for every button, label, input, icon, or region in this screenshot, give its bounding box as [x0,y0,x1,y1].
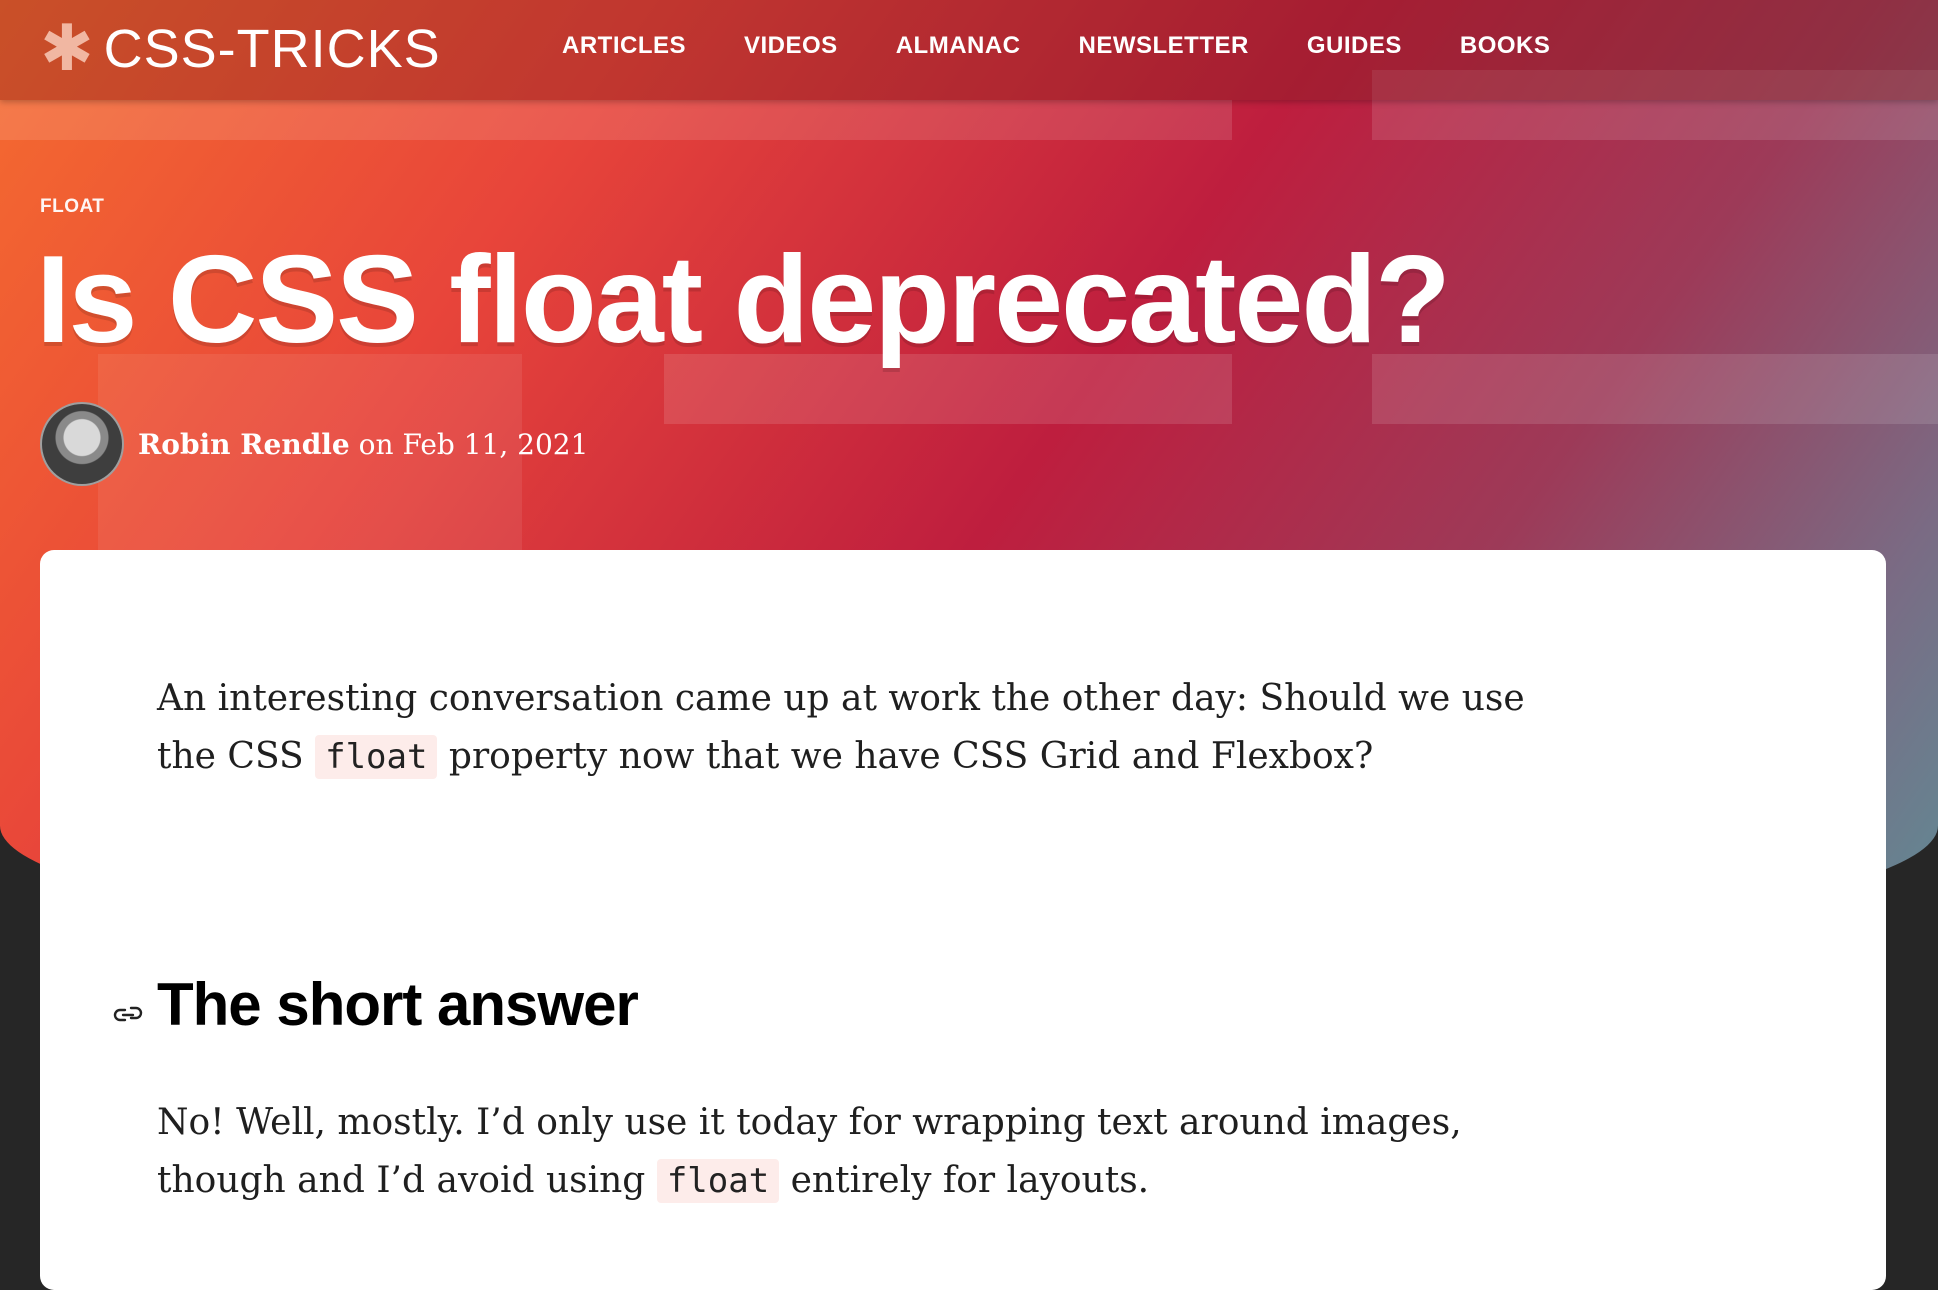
asterisk-icon: ✱ [40,12,94,86]
nav-item-almanac[interactable]: ALMANAC [896,32,1021,60]
top-navigation-bar: ✱ CSS-TRICKS ARTICLES VIDEOS ALMANAC NEW… [0,0,1938,100]
decorative-rect [1372,354,1938,424]
intro-paragraph: An interesting conversation came up at w… [157,670,1547,786]
site-logo[interactable]: ✱ CSS-TRICKS [40,14,441,84]
section-heading: The short answer [157,971,639,1038]
article-body: An interesting conversation came up at w… [40,550,1886,1290]
inline-code: float [656,1159,780,1203]
byline: Robin Rendle on Feb 11, 2021 [40,402,588,486]
logo-text: CSS-TRICKS [103,19,441,79]
nav-item-newsletter[interactable]: NEWSLETTER [1079,32,1249,60]
nav-item-videos[interactable]: VIDEOS [744,32,838,60]
nav-item-guides[interactable]: GUIDES [1307,32,1402,60]
author-link[interactable]: Robin Rendle [138,428,350,461]
answer-text: entirely for layouts. [790,1160,1150,1201]
link-icon[interactable] [112,1002,144,1026]
inline-code: float [315,735,438,779]
category-tag[interactable]: FLOAT [40,196,104,218]
answer-paragraph: No! Well, mostly. I’d only use it today … [157,1094,1547,1210]
decorative-rect [0,100,1232,140]
avatar[interactable] [40,402,124,486]
page-title: Is CSS float deprecated? [36,231,1451,369]
main-nav: ARTICLES VIDEOS ALMANAC NEWSLETTER GUIDE… [562,32,1550,60]
date-prefix: on [358,427,394,461]
nav-item-articles[interactable]: ARTICLES [562,32,686,60]
nav-item-books[interactable]: BOOKS [1460,32,1551,60]
intro-text: property now that we have CSS Grid and F… [448,736,1374,777]
publish-date: Feb 11, 2021 [402,427,589,461]
